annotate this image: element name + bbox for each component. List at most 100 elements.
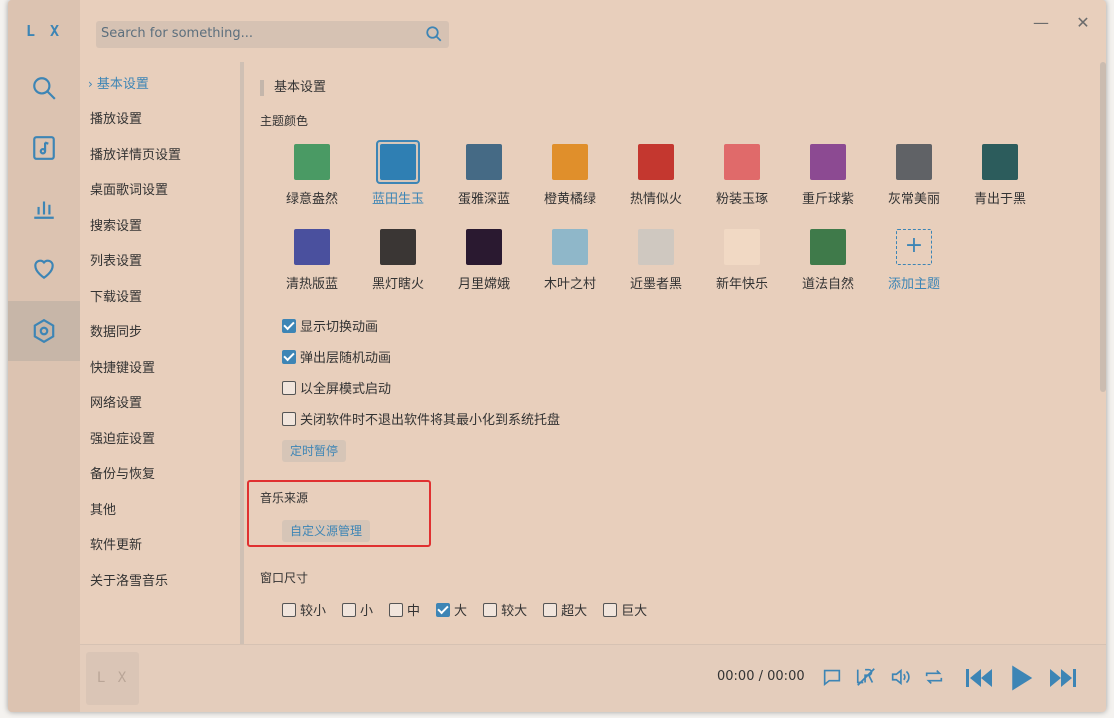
checkbox[interactable] — [282, 380, 296, 395]
checkbox[interactable] — [603, 602, 618, 617]
theme-swatch — [466, 229, 502, 265]
nav-item-download[interactable]: 下载设置 — [90, 286, 142, 305]
nav-item-play[interactable]: 播放设置 — [90, 108, 142, 127]
nav-item-basic[interactable]: › 基本设置 — [88, 73, 149, 92]
rail-charts[interactable] — [8, 178, 80, 238]
option-show-switch-animation[interactable]: 显示切换动画 — [282, 316, 378, 335]
size-option[interactable]: 中 — [389, 600, 420, 619]
theme-swatch — [810, 229, 846, 265]
theme-item[interactable]: 灰常美丽 — [874, 140, 954, 207]
close-button[interactable]: ✕ — [1072, 12, 1094, 34]
nav-item-update[interactable]: 软件更新 — [90, 534, 142, 553]
option-minimize-to-tray[interactable]: 关闭软件时不退出软件将其最小化到系统托盘 — [282, 409, 560, 428]
theme-swatch — [810, 144, 846, 180]
volume-button[interactable] — [889, 666, 911, 688]
size-option[interactable]: 小 — [342, 600, 373, 619]
theme-swatch-frame — [806, 140, 850, 184]
theme-swatch — [982, 144, 1018, 180]
rail-settings[interactable] — [8, 301, 80, 361]
checkbox[interactable] — [543, 602, 558, 617]
checkbox[interactable] — [282, 318, 296, 333]
nav-item-network[interactable]: 网络设置 — [90, 392, 142, 411]
rail-favorites[interactable] — [8, 239, 80, 299]
minimize-button[interactable]: — — [1030, 12, 1052, 34]
nav-item-label: 基本设置 — [96, 77, 149, 92]
theme-swatch — [896, 144, 932, 180]
theme-item[interactable]: 橙黄橘绿 — [530, 140, 610, 207]
next-button[interactable] — [1048, 664, 1078, 692]
comment-button[interactable] — [821, 666, 843, 688]
theme-item[interactable]: 热情似火 — [616, 140, 696, 207]
nav-item-play-detail[interactable]: 播放详情页设置 — [90, 144, 181, 163]
size-option[interactable]: 超大 — [543, 600, 587, 619]
music-source-title: 音乐来源 — [260, 491, 309, 505]
nav-item-hotkey[interactable]: 快捷键设置 — [90, 357, 155, 376]
lyric-toggle-button[interactable] — [855, 666, 877, 688]
theme-swatch-frame — [634, 140, 678, 184]
theme-name: 灰常美丽 — [887, 192, 940, 207]
theme-item[interactable]: 月里嫦娥 — [444, 225, 524, 292]
checkbox[interactable] — [282, 602, 296, 617]
play-button[interactable] — [1006, 662, 1036, 694]
timer-pause-button[interactable]: 定时暂停 — [282, 440, 347, 462]
theme-item[interactable]: 粉装玉琢 — [702, 140, 782, 207]
content-scrollbar[interactable] — [1100, 62, 1106, 392]
theme-item[interactable]: 黑灯瞎火 — [358, 225, 438, 292]
size-label: 超大 — [561, 604, 588, 619]
checkbox[interactable] — [436, 602, 451, 617]
theme-item[interactable]: 重斤球紫 — [788, 140, 868, 207]
theme-name: 绿意盎然 — [285, 192, 338, 207]
nav-item-sync[interactable]: 数据同步 — [90, 321, 142, 340]
theme-item[interactable]: 蓝田生玉 — [358, 140, 438, 207]
nav-item-desktop-lyric[interactable]: 桌面歌词设置 — [90, 179, 168, 198]
size-option[interactable]: 较大 — [483, 600, 527, 619]
theme-item[interactable]: 道法自然 — [788, 225, 868, 292]
checkbox[interactable] — [389, 602, 404, 617]
checkbox[interactable] — [282, 411, 296, 426]
size-label: 小 — [360, 604, 374, 619]
settings-hexagon-icon — [33, 318, 55, 344]
nav-item-search[interactable]: 搜索设置 — [90, 215, 142, 234]
theme-item[interactable]: 绿意盎然 — [272, 140, 352, 207]
theme-item[interactable]: 青出于黑 — [960, 140, 1040, 207]
checkbox[interactable] — [282, 349, 296, 364]
rail-search[interactable] — [8, 58, 80, 118]
add-theme-button[interactable]: + 添加主题 — [874, 225, 954, 292]
theme-item[interactable]: 新年快乐 — [702, 225, 782, 292]
nav-item-odc[interactable]: 强迫症设置 — [90, 428, 155, 447]
theme-swatch — [638, 144, 674, 180]
theme-swatch — [294, 229, 330, 265]
size-option[interactable]: 较小 — [282, 600, 326, 619]
play-icon — [1012, 665, 1033, 691]
theme-item[interactable]: 蛋雅深蓝 — [444, 140, 524, 207]
size-option[interactable]: 巨大 — [603, 600, 647, 619]
nav-item-about[interactable]: 关于洛雪音乐 — [90, 570, 168, 589]
previous-button[interactable] — [964, 664, 994, 692]
theme-item[interactable]: 近墨者黑 — [616, 225, 696, 292]
skip-next-icon — [1050, 669, 1076, 687]
nav-item-backup[interactable]: 备份与恢复 — [90, 463, 155, 482]
theme-swatch-frame — [720, 225, 764, 269]
checkbox[interactable] — [342, 602, 357, 617]
theme-swatch-frame — [462, 140, 506, 184]
size-label: 较大 — [501, 604, 528, 619]
option-start-fullscreen[interactable]: 以全屏模式启动 — [282, 378, 391, 397]
theme-item[interactable]: 木叶之村 — [530, 225, 610, 292]
checkbox[interactable] — [483, 602, 498, 617]
loop-mode-button[interactable] — [923, 666, 945, 688]
nav-item-other[interactable]: 其他 — [90, 499, 116, 518]
plus-icon: + — [896, 229, 932, 265]
search-icon[interactable] — [425, 25, 443, 43]
theme-item[interactable]: 清热版蓝 — [272, 225, 352, 292]
search-box[interactable]: Search for something... — [96, 21, 449, 48]
app-logo: L X — [25, 22, 63, 40]
custom-source-button[interactable]: 自定义源管理 — [282, 520, 371, 542]
rail-songlist[interactable] — [8, 118, 80, 178]
window-size-options: 较小 小 中 大 较大 超大 巨大 — [282, 600, 663, 619]
theme-name: 黑灯瞎火 — [371, 277, 424, 292]
size-option[interactable]: 大 — [436, 600, 467, 619]
option-popup-random-animation[interactable]: 弹出层随机动画 — [282, 347, 391, 366]
nav-item-list[interactable]: 列表设置 — [90, 250, 142, 269]
album-cover[interactable]: L X — [86, 652, 139, 705]
current-time: 00:00 — [717, 669, 755, 684]
